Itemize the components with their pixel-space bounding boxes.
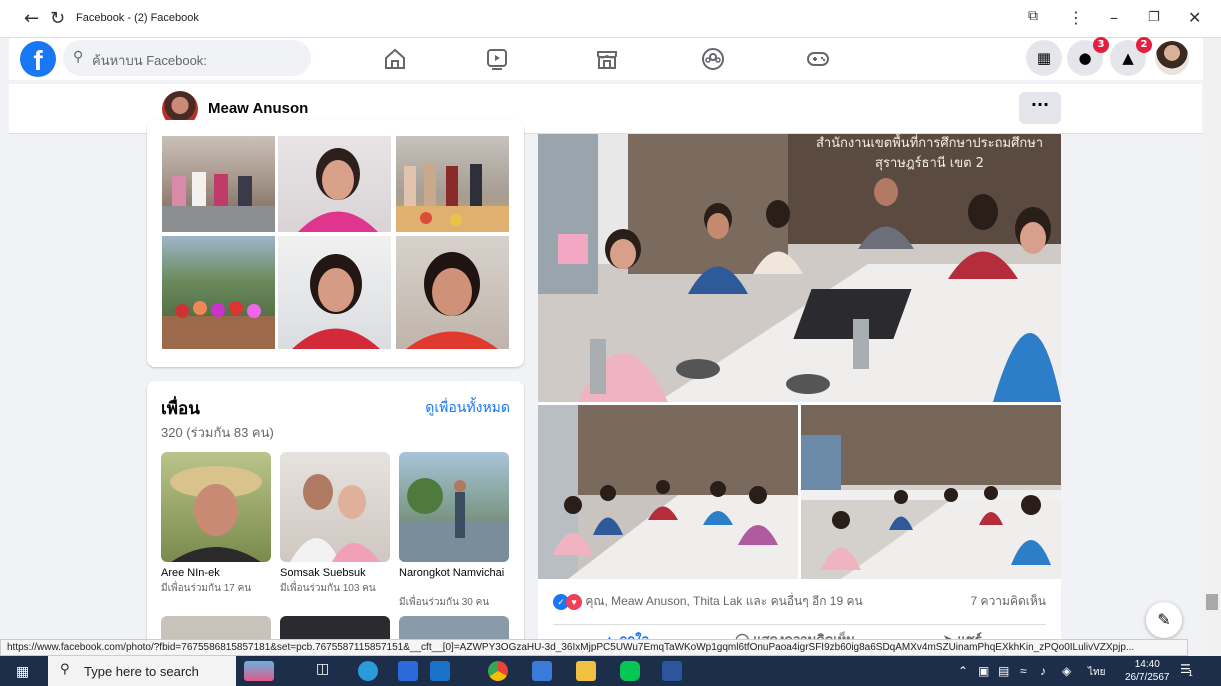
tray-chevron-icon[interactable]: ⌃ [958,664,968,678]
search-icon: ⚲ [60,662,70,677]
facebook-header: f ⚲ ค้นหาบน Facebook: ▦ ● 3 ▲ 2 [9,37,1212,80]
taskbar-search-input[interactable]: ⚲ Type here to search [48,656,236,686]
reactions-summary[interactable]: ✓ ♥ คุณ, Meaw Anuson, Thita Lak และ คนอื่… [553,592,863,611]
post-banner-text: สำนักงานเขตพื้นที่การศึกษาประถมศึกษา สุร… [798,134,1061,174]
search-highlight-icon[interactable] [244,661,274,681]
tray-app-icon[interactable]: ▣ [978,664,989,678]
account-avatar[interactable] [1155,41,1189,75]
tray-network-icon[interactable]: ▤ [998,664,1009,678]
notifications-badge: 2 [1136,37,1152,53]
love-reaction-icon: ♥ [566,593,582,610]
notification-center-icon[interactable]: ☰ 1 [1180,662,1198,680]
photo-thumbnail[interactable] [396,136,509,232]
mail-icon[interactable] [430,661,450,681]
clock-date: 26/7/2567 [1125,672,1170,683]
search-input[interactable]: ⚲ ค้นหาบน Facebook: [63,40,311,76]
line-app-icon[interactable] [620,661,640,681]
scrollbar-thumb[interactable] [1206,594,1218,610]
friend-name[interactable]: Aree NIn-ek [161,567,220,580]
post-photo-left[interactable] [538,405,798,579]
minimize-icon[interactable]: – [1110,8,1118,27]
friend-photo[interactable] [280,452,390,562]
friend-photo[interactable] [161,452,271,562]
photos-card [147,120,524,367]
wifi-icon[interactable]: ≈ [1020,664,1027,678]
see-all-friends-link[interactable]: ดูเพื่อนทั้งหมด [425,397,510,419]
more-options-button[interactable]: ··· [1019,92,1061,124]
friend-mutual: มีเพื่อนร่วมกัน 30 คน [399,597,490,608]
marketplace-icon[interactable] [593,46,621,72]
friend-name[interactable]: Somsak Suebsuk [280,567,366,580]
search-placeholder: ค้นหาบน Facebook: [92,53,207,68]
friends-card: เพื่อน ดูเพื่อนทั้งหมด 320 (ร่วมกัน 83 ค… [147,381,524,646]
messenger-icon: ● [1078,49,1092,67]
edge-browser-icon[interactable] [358,661,378,681]
groups-icon[interactable] [699,46,727,72]
post-card: สำนักงานเขตพื้นที่การศึกษาประถมศึกษา สุร… [538,134,1061,647]
extensions-icon[interactable]: ⧉ [1028,8,1038,24]
grid-icon: ▦ [1036,49,1052,67]
word-icon[interactable] [662,661,682,681]
link-status-bar: https://www.facebook.com/photo/?fbid=767… [0,639,1188,656]
notifications-button[interactable]: ▲ 2 [1110,37,1152,76]
browser-title-bar: ← ↻ Facebook - (2) Facebook ⧉ ⋮ – ❐ ✕ [0,0,1221,38]
taskbar-clock[interactable]: 14:40 26/7/2567 [1125,658,1170,684]
notification-count: 1 [1188,669,1194,678]
watch-video-icon[interactable] [483,46,511,72]
facebook-logo-icon[interactable]: f [20,41,56,77]
clock-time: 14:40 [1134,659,1160,670]
banner-line-1: สำนักงานเขตพื้นที่การศึกษาประถมศึกษา [815,136,1044,151]
restore-icon[interactable]: ❐ [1148,10,1160,25]
reactions-text: คุณ, Meaw Anuson, Thita Lak และ คนอื่นๆ … [585,594,863,608]
new-message-button[interactable]: ✎ [1146,602,1182,638]
photo-thumbnail[interactable] [396,236,509,349]
store-icon[interactable] [398,661,418,681]
reload-icon[interactable]: ↻ [50,8,65,29]
photo-thumbnail[interactable] [162,136,275,232]
friend-name[interactable]: Narongkot Namvichai [399,567,504,580]
page-scrollbar[interactable] [1203,38,1221,656]
banner-line-2: สุราษฎร์ธานี เขต 2 [875,156,984,171]
photo-thumbnail[interactable] [162,236,275,349]
windows-taskbar: ▦ ⚲ Type here to search ◫ ⌃ ▣ ▤ ≈ ♪ ◈ ไท… [0,656,1221,686]
home-icon[interactable] [381,46,409,72]
windows-start-icon[interactable]: ▦ [16,664,29,680]
taskbar-search-placeholder: Type here to search [84,664,199,679]
photo-thumbnail[interactable] [278,136,391,232]
photo-thumbnail[interactable] [278,236,391,349]
friend-photo[interactable] [399,452,509,562]
friends-count: 320 (ร่วมกัน 83 คน) [161,425,274,440]
profile-name[interactable]: Meaw Anuson [208,100,308,117]
comments-count[interactable]: 7 ความคิดเห็น [971,592,1046,611]
app-icon[interactable] [532,661,552,681]
window-title: Facebook - (2) Facebook [76,12,199,24]
task-view-icon[interactable]: ◫ [316,661,336,681]
file-explorer-icon[interactable] [576,661,596,681]
ime-icon[interactable]: ◈ [1062,664,1071,678]
bell-icon: ▲ [1122,49,1134,67]
chrome-icon[interactable] [488,661,508,681]
friend-mutual: มีเพื่อนร่วมกัน 17 คน [161,583,252,594]
language-indicator[interactable]: ไทย [1088,665,1105,680]
messenger-badge: 3 [1093,37,1109,53]
post-photo-right[interactable] [801,405,1061,579]
back-arrow-icon[interactable]: ← [24,8,39,29]
menu-dots-icon[interactable]: ⋮ [1068,8,1084,27]
gaming-icon[interactable] [804,46,832,72]
close-icon[interactable]: ✕ [1188,8,1201,27]
volume-icon[interactable]: ♪ [1040,664,1046,678]
compose-icon: ✎ [1157,610,1171,629]
search-icon: ⚲ [73,49,84,65]
menu-grid-button[interactable]: ▦ [1026,40,1062,76]
post-main-photo[interactable]: สำนักงานเขตพื้นที่การศึกษาประถมศึกษา สุร… [538,134,1061,402]
messenger-button[interactable]: ● 3 [1067,37,1109,76]
friends-title: เพื่อน [161,399,200,418]
friend-mutual: มีเพื่อนร่วมกัน 103 คน [280,583,376,594]
